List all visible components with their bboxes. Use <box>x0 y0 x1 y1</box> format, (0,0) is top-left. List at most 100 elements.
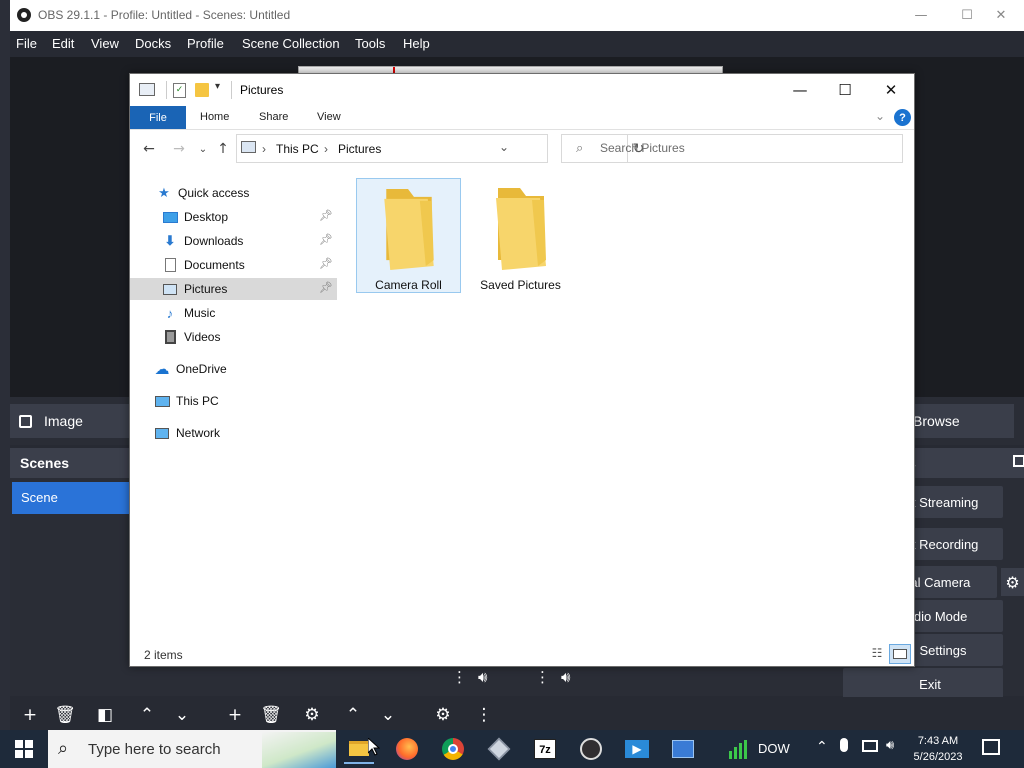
help-icon[interactable]: ? <box>894 109 911 126</box>
obs-taskbar-icon[interactable] <box>576 734 606 764</box>
menu-scene-collection[interactable]: Scene Collection <box>242 36 340 51</box>
details-view-icon[interactable]: ☷ <box>868 646 886 662</box>
pin-icon[interactable]: 📌︎ <box>319 209 333 222</box>
nav-videos[interactable]: Videos <box>130 326 337 348</box>
ribbon-file-tab[interactable]: File <box>130 106 186 129</box>
up-arrow-icon[interactable]: ↑ <box>212 138 234 160</box>
explorer-system-menu-icon[interactable] <box>139 83 155 96</box>
stock-chart-taskbar-icon[interactable] <box>724 734 754 764</box>
mixer-advanced-settings-icon[interactable]: ⚙ <box>430 702 456 728</box>
volume-tray-icon[interactable]: 🔊︎ <box>886 738 894 753</box>
forward-arrow-icon[interactable]: → <box>168 138 190 160</box>
menu-profile[interactable]: Profile <box>187 36 224 51</box>
obs-close-button[interactable]: ✕ <box>978 0 1024 31</box>
scene-filters-icon[interactable]: ◧ <box>92 702 118 728</box>
move-scene-down-icon[interactable]: ⌄ <box>169 702 195 728</box>
browse-button[interactable]: Browse <box>900 404 1014 438</box>
mixer-options-icon[interactable]: ⋮ <box>471 702 497 728</box>
menu-edit[interactable]: Edit <box>52 36 74 51</box>
nav-music[interactable]: ♪ Music <box>130 302 337 324</box>
taskbar-search-box[interactable]: ⌕ Type here to search <box>48 730 336 768</box>
exit-label: Exit <box>919 676 941 692</box>
address-dropdown-chevron-icon[interactable]: ⌄ <box>499 140 509 154</box>
notifications-icon[interactable] <box>982 739 1000 755</box>
nav-quick-access[interactable]: ★ Quick access <box>130 182 337 204</box>
ribbon-share-tab[interactable]: Share <box>259 111 288 123</box>
folder-saved-pictures[interactable]: Saved Pictures <box>468 178 573 293</box>
properties-icon[interactable]: ✓ <box>173 83 186 98</box>
folder-camera-roll[interactable]: Camera Roll <box>356 178 461 293</box>
nav-quick-access-label: Quick access <box>178 186 250 200</box>
recent-locations-chevron-icon[interactable]: ⌄ <box>192 138 214 160</box>
nav-documents-label: Documents <box>184 258 245 272</box>
remove-source-icon[interactable]: 🗑︎ <box>258 702 284 728</box>
move-source-down-icon[interactable]: ⌄ <box>375 702 401 728</box>
mixer-volume-icon[interactable]: 🔊︎ <box>478 668 487 686</box>
undock-icon[interactable] <box>1013 455 1024 467</box>
folder-icon <box>495 188 546 270</box>
source-image-item[interactable]: Image <box>10 404 132 438</box>
pin-icon[interactable]: 📌︎ <box>319 281 333 294</box>
address-bar[interactable]: › This PC › Pictures ⌄ ↻ <box>236 134 644 163</box>
microphone-icon[interactable] <box>840 738 848 752</box>
menu-tools[interactable]: Tools <box>355 36 385 51</box>
move-source-up-icon[interactable]: ⌃ <box>340 702 366 728</box>
search-input[interactable] <box>600 141 890 155</box>
media-player-taskbar-icon[interactable]: ▶ <box>622 734 652 764</box>
nav-this-pc[interactable]: This PC <box>130 390 337 412</box>
scenes-dock-body: Scene <box>10 478 130 696</box>
customize-toolbar-chevron-icon[interactable]: ▾ <box>215 81 220 92</box>
back-arrow-icon[interactable]: ← <box>138 138 160 160</box>
nav-downloads[interactable]: ⬇ Downloads 📌︎ <box>130 230 337 252</box>
mixer-menu-icon[interactable]: ⋮ <box>452 668 467 686</box>
menu-docks[interactable]: Docks <box>135 36 171 51</box>
exit-button[interactable]: Exit <box>843 668 1003 700</box>
add-source-icon[interactable]: + <box>222 702 248 728</box>
chrome-taskbar-icon[interactable] <box>438 734 468 764</box>
explorer-minimize-button[interactable]: — <box>777 74 823 106</box>
explorer-close-button[interactable]: ✕ <box>868 74 914 106</box>
menu-help[interactable]: Help <box>403 36 430 51</box>
nav-network[interactable]: Network <box>130 422 337 444</box>
nav-onedrive[interactable]: ☁ OneDrive <box>130 358 337 380</box>
large-icons-view-icon[interactable] <box>889 644 911 664</box>
7zip-taskbar-icon[interactable]: 7z <box>530 734 560 764</box>
star-icon: ★ <box>158 185 170 200</box>
source-properties-gear-icon[interactable]: ⚙ <box>299 702 325 728</box>
nav-pictures[interactable]: Pictures 📌︎ <box>130 278 337 300</box>
pin-icon[interactable]: 📌︎ <box>319 257 333 270</box>
pin-icon[interactable]: 📌︎ <box>319 233 333 246</box>
dow-ticker-label[interactable]: DOW <box>758 741 790 756</box>
obs-minimize-button[interactable]: — <box>898 0 944 31</box>
address-segment-this-pc[interactable]: This PC <box>276 142 319 156</box>
remove-scene-icon[interactable]: 🗑︎ <box>52 702 78 728</box>
documents-icon <box>162 257 178 273</box>
menu-view[interactable]: View <box>91 36 119 51</box>
remote-desktop-taskbar-icon[interactable] <box>668 734 698 764</box>
network-tray-icon[interactable] <box>862 740 878 752</box>
ribbon-home-tab[interactable]: Home <box>200 111 229 123</box>
menu-file[interactable]: File <box>16 36 37 51</box>
image-icon <box>19 414 32 428</box>
show-hidden-icons-chevron-icon[interactable]: ⌃ <box>816 739 828 755</box>
mixer-menu-icon-2[interactable]: ⋮ <box>535 668 550 686</box>
add-scene-icon[interactable]: + <box>17 702 43 728</box>
new-folder-icon[interactable] <box>195 83 209 97</box>
windows-start-icon[interactable] <box>9 734 39 764</box>
nav-documents[interactable]: Documents 📌︎ <box>130 254 337 276</box>
virtual-camera-settings-gear-icon[interactable]: ⚙ <box>1001 568 1024 596</box>
scene-list-item[interactable]: Scene <box>12 482 130 514</box>
ribbon-view-tab[interactable]: View <box>317 111 341 123</box>
nav-desktop[interactable]: Desktop 📌︎ <box>130 206 337 228</box>
move-scene-up-icon[interactable]: ⌃ <box>134 702 160 728</box>
explorer-maximize-button[interactable]: ☐ <box>822 74 868 106</box>
mixer-volume-icon-2[interactable]: 🔊︎ <box>561 668 570 686</box>
search-box[interactable]: ⌕ <box>561 134 903 163</box>
expand-ribbon-chevron-icon[interactable]: ⌄ <box>875 109 885 123</box>
explorer-ribbon-tabs: File Home Share View ⌄ ? <box>130 106 914 130</box>
network-icon <box>154 425 170 441</box>
cube-app-taskbar-icon[interactable] <box>484 734 514 764</box>
address-segment-pictures[interactable]: Pictures <box>338 142 381 156</box>
taskbar-clock[interactable]: 7:43 AM 5/26/2023 <box>904 733 972 765</box>
firefox-taskbar-icon[interactable] <box>392 734 422 764</box>
